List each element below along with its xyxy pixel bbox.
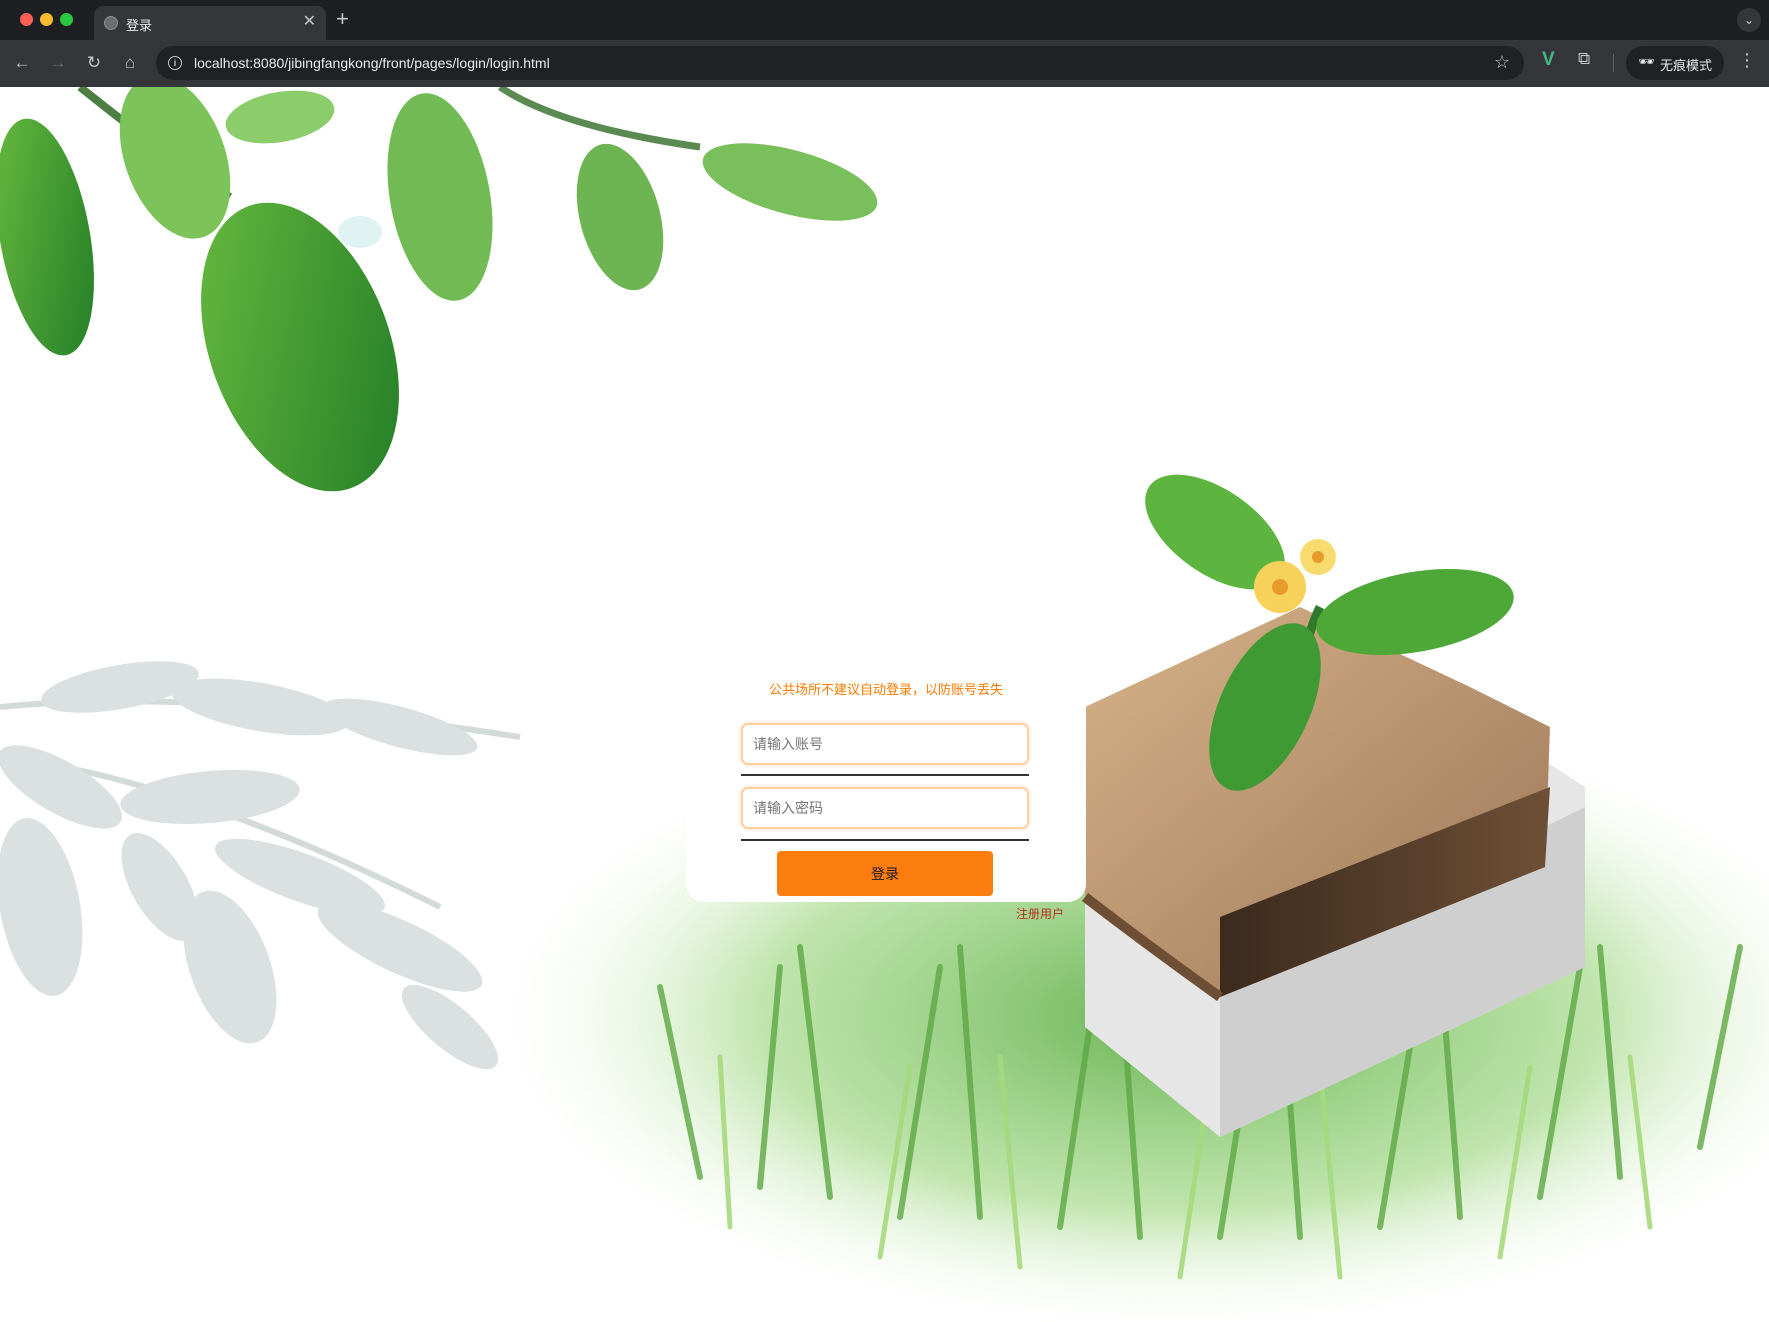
chevron-down-icon[interactable]: ⌄ [1737, 8, 1761, 32]
browser-tab[interactable]: 登录 ✕ [94, 6, 326, 40]
login-card: 公共场所不建议自动登录，以防账号丢失 登录 注册用户 [686, 559, 1086, 921]
vue-devtools-icon[interactable]: V [1542, 49, 1555, 71]
reload-icon[interactable]: ↻ [82, 51, 106, 75]
bookmark-star-icon[interactable]: ☆ [1494, 52, 1510, 73]
maximize-window-button[interactable] [60, 13, 73, 26]
home-icon[interactable]: ⌂ [118, 51, 142, 75]
minimize-window-button[interactable] [40, 13, 53, 26]
browser-titlebar: 登录 ✕ + ⌄ [0, 0, 1769, 40]
username-input[interactable] [741, 723, 1029, 765]
tab-title: 登录 [126, 18, 153, 33]
incognito-icon: 🕶 [1638, 54, 1655, 69]
login-button[interactable]: 登录 [777, 851, 993, 896]
password-input[interactable] [741, 787, 1029, 829]
url-text[interactable]: localhost:8080/jibingfangkong/front/page… [194, 55, 550, 71]
login-page: 公共场所不建议自动登录，以防账号丢失 登录 注册用户 [0, 87, 1769, 1322]
globe-icon [104, 16, 118, 30]
incognito-label: 无痕模式 [1660, 58, 1713, 73]
register-link[interactable]: 注册用户 [1016, 905, 1064, 922]
back-arrow-icon[interactable]: ← [10, 51, 34, 75]
browser-toolbar: ← → ↻ ⌂ i localhost:8080/jibingfangkong/… [0, 40, 1769, 88]
username-underline [741, 774, 1029, 776]
address-bar[interactable]: i localhost:8080/jibingfangkong/front/pa… [156, 46, 1524, 80]
info-icon[interactable]: i [168, 56, 182, 70]
close-window-button[interactable] [20, 13, 33, 26]
security-notice: 公共场所不建议自动登录，以防账号丢失 [768, 682, 1003, 697]
forward-arrow-icon[interactable]: → [46, 51, 70, 75]
plus-icon[interactable]: + [336, 7, 349, 31]
more-menu-icon[interactable]: ⋮ [1738, 50, 1756, 71]
password-underline [741, 839, 1029, 841]
top-leaves [0, 87, 878, 492]
shadow-branch [0, 661, 521, 1070]
incognito-badge[interactable]: 🕶 无痕模式 [1626, 46, 1724, 80]
close-icon[interactable]: ✕ [303, 13, 316, 31]
extensions-icon[interactable]: ⧉ [1578, 49, 1590, 69]
toolbar-divider [1613, 54, 1614, 72]
